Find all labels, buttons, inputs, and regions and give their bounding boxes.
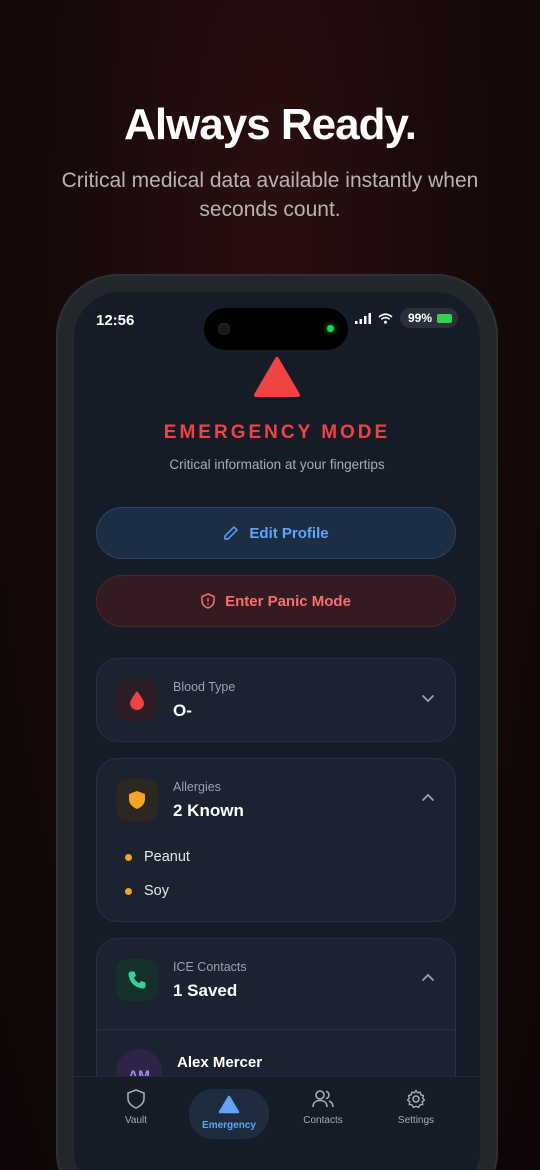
privacy-indicator-icon xyxy=(327,325,334,332)
phone-icon xyxy=(128,971,146,989)
warning-icon xyxy=(218,1095,240,1114)
phone-frame: 12:56 99% EMERGENCY MODE Critical inform… xyxy=(56,274,498,1170)
blood-drop-icon xyxy=(130,691,144,710)
panic-mode-button[interactable]: Enter Panic Mode xyxy=(96,575,456,627)
panic-mode-label: Enter Panic Mode xyxy=(225,592,351,610)
shield-alert-icon xyxy=(201,593,215,609)
divider xyxy=(97,1029,455,1030)
tab-emergency[interactable]: Emergency xyxy=(189,1089,269,1139)
promo-subline: Critical medical data available instantl… xyxy=(61,169,479,221)
tab-label: Settings xyxy=(397,1115,435,1126)
battery-icon xyxy=(437,313,452,323)
blood-type-value: O- xyxy=(173,701,192,720)
emergency-mode-subtitle: Critical information at your fingertips xyxy=(169,457,385,472)
list-item: Peanut xyxy=(125,849,190,865)
ice-contacts-label: ICE Contacts xyxy=(173,960,247,974)
gear-icon xyxy=(406,1089,426,1109)
allergies-value: 2 Known xyxy=(173,801,244,820)
emergency-mode-title: EMERGENCY MODE xyxy=(163,422,391,443)
tab-label: Emergency xyxy=(202,1120,256,1131)
edit-profile-button[interactable]: Edit Profile xyxy=(96,507,456,559)
promo-headline: Always Ready. xyxy=(124,100,417,149)
blood-icon-wrap xyxy=(116,679,158,721)
status-indicators: 99% xyxy=(354,308,458,328)
wifi-icon xyxy=(378,312,393,324)
blood-type-label: Blood Type xyxy=(173,680,236,694)
tab-label: Vault xyxy=(124,1115,148,1126)
battery-indicator: 99% xyxy=(399,308,458,328)
phone-screen: 12:56 99% EMERGENCY MODE Critical inform… xyxy=(74,292,480,1170)
warning-icon xyxy=(254,357,300,397)
ice-icon-wrap xyxy=(116,959,158,1001)
status-time: 12:56 xyxy=(96,312,135,329)
dynamic-island xyxy=(204,308,348,350)
camera-icon xyxy=(218,323,230,335)
chevron-up-icon[interactable] xyxy=(421,973,435,983)
chevron-up-icon[interactable] xyxy=(421,793,435,803)
allergy-name: Peanut xyxy=(144,849,190,865)
signal-icon xyxy=(354,312,371,324)
allergies-card[interactable]: Allergies 2 Known Peanut Soy xyxy=(96,758,456,922)
tab-contacts[interactable]: Contacts xyxy=(283,1089,363,1139)
contact-name[interactable]: Alex Mercer xyxy=(177,1054,262,1071)
shield-icon xyxy=(127,1089,145,1109)
bullet-icon xyxy=(125,853,132,861)
battery-percent: 99% xyxy=(407,311,432,325)
tab-label: Contacts xyxy=(303,1115,343,1126)
tab-settings[interactable]: Settings xyxy=(376,1089,456,1139)
chevron-down-icon[interactable] xyxy=(421,693,435,703)
tab-vault[interactable]: Vault xyxy=(96,1089,176,1139)
users-icon xyxy=(312,1090,334,1108)
allergy-name: Soy xyxy=(144,883,169,899)
allergies-label: Allergies xyxy=(173,780,221,794)
blood-type-card[interactable]: Blood Type O- xyxy=(96,658,456,742)
bullet-icon xyxy=(125,887,132,895)
ice-contacts-value: 1 Saved xyxy=(173,981,238,1000)
tab-bar: Vault Emergency Contacts Settings xyxy=(74,1076,480,1170)
pencil-icon xyxy=(224,526,239,540)
list-item: Soy xyxy=(125,883,169,899)
shield-icon xyxy=(129,791,145,809)
edit-profile-label: Edit Profile xyxy=(249,524,329,542)
allergy-icon-wrap xyxy=(116,779,158,821)
